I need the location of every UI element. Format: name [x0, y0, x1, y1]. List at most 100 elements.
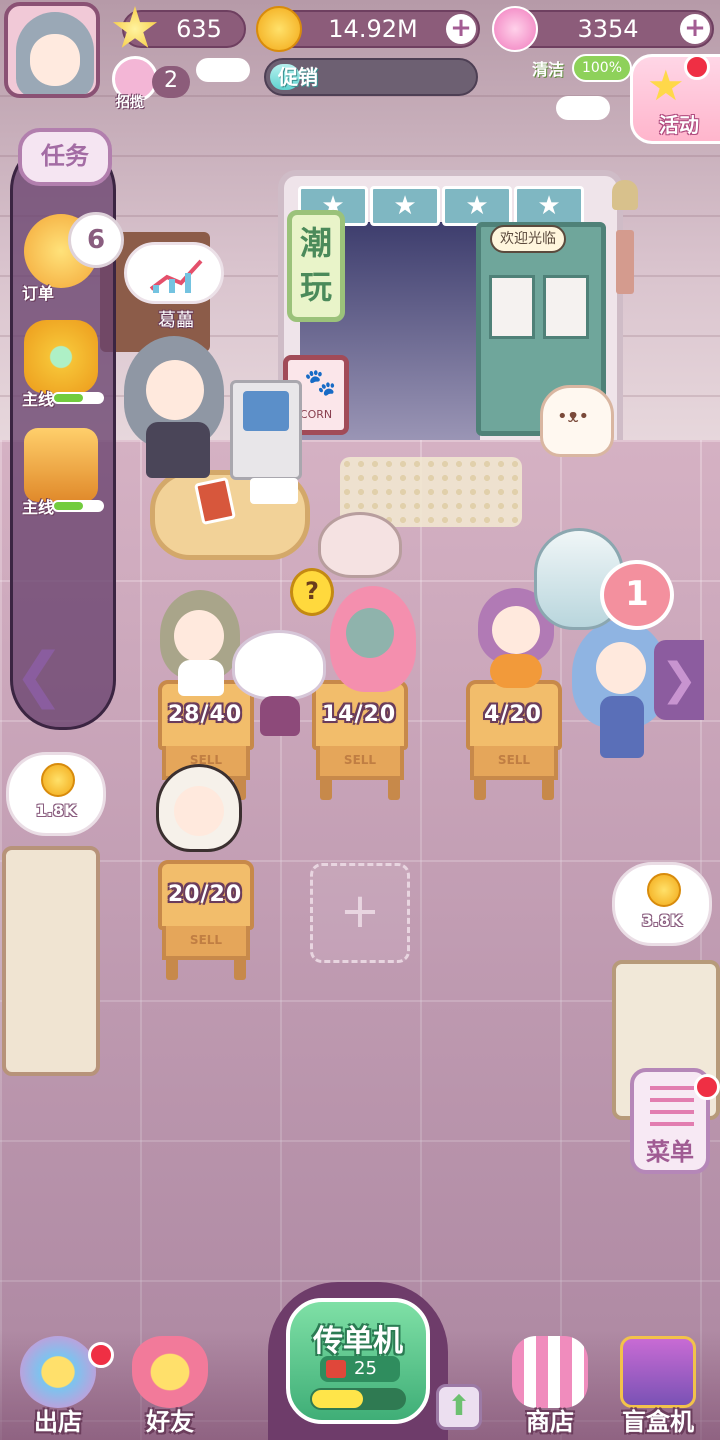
clean-value: 100%: [572, 54, 632, 82]
add-seat-button[interactable]: +: [310, 863, 410, 963]
flyer-machine-button[interactable]: 传单机 25: [286, 1298, 430, 1424]
figurine-body: [260, 696, 300, 736]
activity-label: 活动: [659, 113, 699, 137]
awning-star: ★: [370, 186, 440, 226]
blind-box-button[interactable]: 盲盒机: [608, 1336, 708, 1440]
shop-label: 商店: [526, 1408, 574, 1436]
coin-value: 14.92M: [328, 15, 418, 43]
awning-star: ★: [514, 186, 584, 226]
recruit-button[interactable]: 2 招揽: [112, 56, 192, 111]
cloud-decoration: [196, 58, 250, 82]
corn-board-text: CORN: [299, 408, 333, 421]
clerk-body: [146, 422, 210, 478]
star-counter: 635: [112, 6, 246, 48]
coin-pickup-value: 3.8K: [641, 911, 683, 930]
balloon-icon: [20, 1336, 96, 1408]
task-main-line[interactable]: 主线: [18, 428, 108, 528]
add-gems-button[interactable]: +: [680, 14, 710, 44]
task-main-label: 主线: [22, 390, 55, 409]
seat-count: 14/20: [321, 702, 397, 727]
crown-gem-icon: [492, 6, 538, 52]
clean-label: 清洁: [532, 60, 565, 79]
figurine-face: [492, 606, 540, 654]
figurine-cow[interactable]: [152, 760, 248, 870]
coin-icon: [256, 6, 302, 52]
recruit-count: 2: [152, 66, 190, 98]
paw-icon: 🐾: [304, 368, 337, 398]
shop-button[interactable]: 商店: [500, 1336, 600, 1440]
cleanliness-indicator: 清洁 100%: [532, 54, 636, 84]
coin-icon: [647, 873, 681, 907]
task-progress-bar: [52, 500, 104, 512]
clerk-character[interactable]: [120, 330, 230, 480]
coin-pickup-value: 1.8K: [35, 801, 77, 820]
figurine-face: [174, 610, 224, 662]
coin-icon: [41, 763, 75, 797]
clerk-face: [146, 360, 204, 420]
sell-ticket-icon: [326, 1360, 346, 1378]
queue-count-bubble[interactable]: 1: [600, 560, 674, 630]
welcome-sign: 欢迎光临: [490, 225, 566, 253]
plus-icon: +: [339, 883, 381, 939]
display-seat[interactable]: SELL: [466, 680, 562, 800]
seat-count: 28/40: [167, 702, 243, 727]
seat-leg: [388, 776, 400, 800]
coin-pickup-bubble[interactable]: 3.8K: [612, 862, 712, 946]
task-order-label: 订单: [22, 284, 55, 303]
chevron-left-icon[interactable]: ❮: [14, 640, 64, 710]
figurine-face: [346, 608, 394, 658]
star-heart-icon: [24, 320, 98, 394]
menu-list-icon: [650, 1086, 694, 1126]
seat-sell-label: SELL: [162, 926, 250, 960]
add-coins-button[interactable]: +: [446, 14, 476, 44]
seat-leg: [234, 956, 246, 980]
seat-leg: [474, 776, 486, 800]
growth-chart-icon: [149, 259, 203, 293]
storefront-icon: [512, 1336, 588, 1408]
lucky-cat-icon[interactable]: [540, 385, 614, 457]
avatar-face: [30, 34, 80, 86]
vending-machine-icon: [620, 1336, 696, 1408]
task-main-line[interactable]: 主线: [18, 320, 108, 420]
task-panel-title[interactable]: 任务: [18, 128, 112, 186]
friends-button[interactable]: 好友: [120, 1336, 220, 1440]
order-count-bubble: 6: [68, 212, 124, 268]
door-pane: [543, 275, 589, 339]
recruit-label: 招揽: [116, 95, 144, 111]
shop-name-sign: 潮玩: [287, 210, 345, 322]
seat-count: 20/20: [167, 882, 243, 907]
seat-sell-label: SELL: [470, 746, 558, 780]
sell-upgrade-icon: [24, 428, 98, 502]
display-seat[interactable]: SELL: [158, 860, 254, 980]
seat-sell-label: SELL: [316, 746, 404, 780]
star-gift-icon: ★: [647, 61, 685, 110]
star-value: 635: [176, 15, 222, 43]
seat-count: 4/20: [484, 702, 542, 727]
figurine-body: [178, 660, 224, 696]
notification-dot: [694, 1074, 720, 1100]
upgrade-arrow-button[interactable]: ⬆: [436, 1384, 482, 1430]
lightbulb-icon[interactable]: ?: [290, 568, 334, 616]
cash-register-icon[interactable]: [230, 380, 302, 480]
notification-dot: [684, 54, 710, 80]
promo-bar[interactable]: 促销: [264, 58, 478, 96]
gem-value: 3354: [577, 15, 639, 43]
friends-label: 好友: [146, 1408, 194, 1436]
cloud-decoration: [556, 96, 610, 120]
ribbon-shelf[interactable]: [2, 846, 100, 1076]
coin-pickup-bubble[interactable]: 1.8K: [6, 752, 106, 836]
customer-face: [596, 642, 646, 694]
wind-chime-icon: [612, 180, 638, 210]
seat-leg: [320, 776, 332, 800]
flyer-label: 传单机: [313, 1324, 403, 1359]
figurine-face: [174, 786, 224, 836]
gem-counter: 3354 +: [492, 6, 714, 52]
chevron-right-icon[interactable]: ❯: [654, 640, 704, 720]
promo-label: 促销: [278, 65, 318, 89]
door-pane: [489, 275, 535, 339]
menu-label: 菜单: [646, 1138, 694, 1166]
clerk-chart-bubble[interactable]: [124, 242, 224, 304]
clerk-name: 葛藟: [158, 310, 194, 331]
player-avatar[interactable]: [4, 2, 100, 98]
figurine-pink-hair[interactable]: [322, 580, 422, 700]
